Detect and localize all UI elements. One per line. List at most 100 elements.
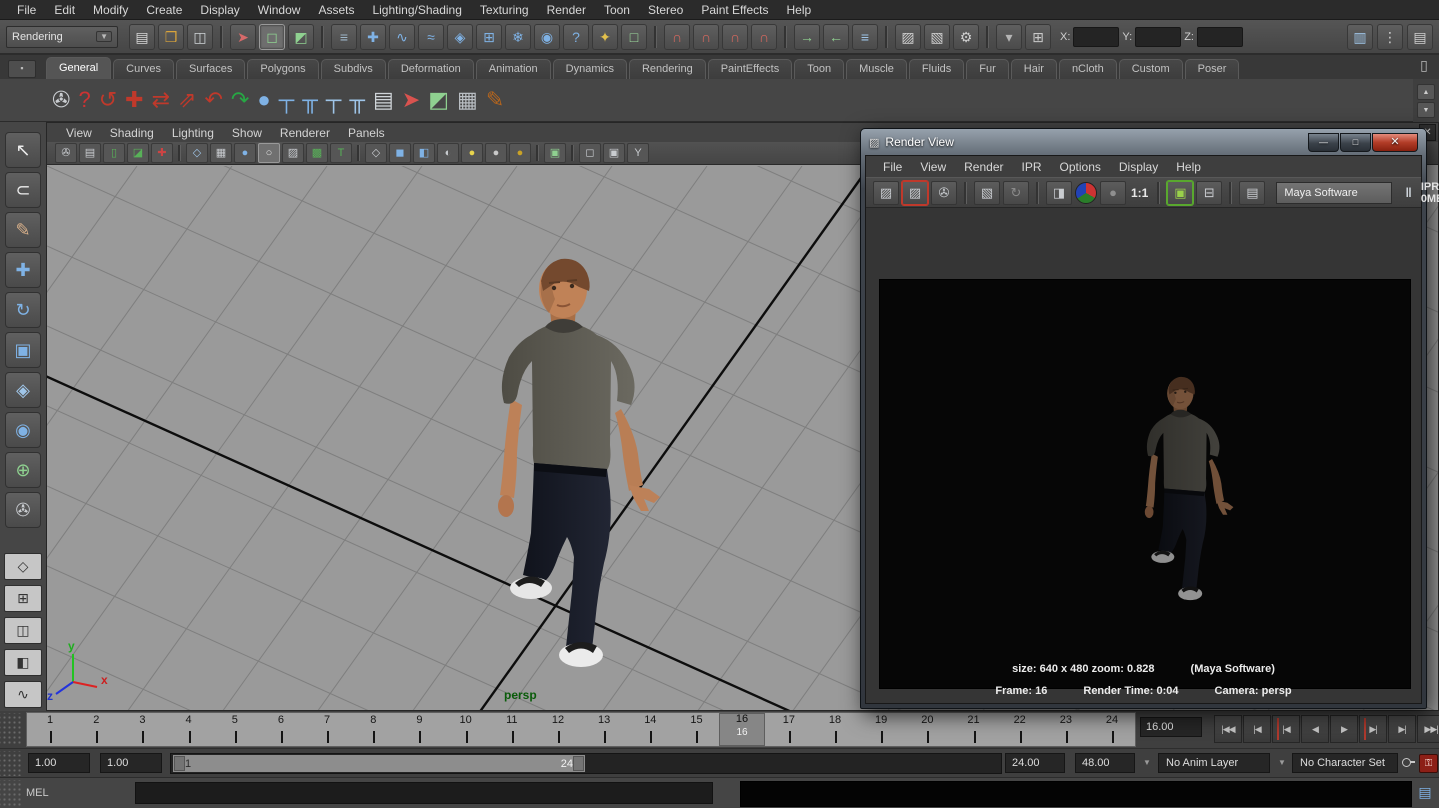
move-tool-icon[interactable]: ✚	[5, 252, 41, 288]
shelf-trash-icon[interactable]: ▯	[1415, 57, 1433, 75]
snap-magnet-grid-icon[interactable]: ∩	[664, 24, 690, 50]
shelf-tab-subdivs[interactable]: Subdivs	[321, 59, 386, 79]
mel-command-input[interactable]	[135, 782, 713, 804]
select-object-shelf-icon[interactable]: ◩	[428, 89, 449, 111]
snap-to-curve-points-icon[interactable]: ≈	[418, 24, 444, 50]
snap-to-planes-icon[interactable]: ◈	[447, 24, 473, 50]
animation-end-field[interactable]: 48.00	[1075, 753, 1135, 773]
frame-11[interactable]: 11	[489, 713, 535, 746]
snap-to-curves-icon[interactable]: ∿	[389, 24, 415, 50]
step-back-frame-button[interactable]: |◀	[1243, 715, 1271, 743]
playback-end-field[interactable]: 24.00	[1005, 753, 1065, 773]
select-hierarchy-shelf-icon[interactable]: ➤	[402, 89, 420, 111]
drag-grip[interactable]	[0, 713, 22, 746]
camera-attributes-icon[interactable]: ▤	[79, 143, 101, 163]
refresh-ipr-icon[interactable]: ↻	[1003, 181, 1029, 205]
frame-19[interactable]: 19	[858, 713, 904, 746]
construction-history-icon[interactable]: ≡	[852, 24, 878, 50]
smooth-cube-icon[interactable]: ◼	[389, 143, 411, 163]
shelf-tab-ncloth[interactable]: nCloth	[1059, 59, 1117, 79]
select-hierarchy-icon[interactable]: ➤	[230, 24, 256, 50]
vp-menu-item-shading[interactable]: Shading	[101, 125, 163, 141]
shelf-tab-dynamics[interactable]: Dynamics	[553, 59, 627, 79]
playblast-icon[interactable]: ✇	[52, 89, 70, 111]
paint-select-tool-icon[interactable]: ✎	[5, 212, 41, 248]
chevron-down-icon[interactable]: ▼	[1143, 758, 1151, 767]
snap-magnet-plane-icon[interactable]: ∩	[751, 24, 777, 50]
rv-menu-item-options[interactable]: Options	[1051, 159, 1110, 175]
textured-icon[interactable]: ▩	[306, 143, 328, 163]
menu-item-window[interactable]: Window	[249, 1, 310, 19]
frame-20[interactable]: 20	[904, 713, 950, 746]
render-current-frame-icon[interactable]: ▨	[895, 24, 921, 50]
soft-modification-icon[interactable]: ◉	[5, 412, 41, 448]
frame-9[interactable]: 9	[396, 713, 442, 746]
z-coordinate-input[interactable]	[1197, 27, 1243, 47]
render-current-frame-icon[interactable]: ▨	[873, 181, 899, 205]
show-manipulator-icon[interactable]: ⊕	[5, 452, 41, 488]
maximize-button[interactable]: □	[1340, 133, 1371, 152]
shelf-tab-curves[interactable]: Curves	[113, 59, 174, 79]
universal-manipulator-icon[interactable]: ◈	[5, 372, 41, 408]
smooth-shade-icon[interactable]: ○	[258, 143, 280, 163]
snap-to-grid-icon[interactable]: ⊞	[476, 24, 502, 50]
y-coordinate-input[interactable]	[1135, 27, 1181, 47]
lasso-select-tool-icon[interactable]: ⊂	[5, 172, 41, 208]
frame-21[interactable]: 21	[950, 713, 996, 746]
highlight-selection-icon[interactable]: □	[621, 24, 647, 50]
menu-item-lighting-shading[interactable]: Lighting/Shading	[363, 1, 470, 19]
last-tool-camera-icon[interactable]: ✇	[5, 492, 41, 528]
textured-ball-icon[interactable]: ◐	[437, 143, 459, 163]
menu-item-display[interactable]: Display	[191, 1, 248, 19]
close-button[interactable]: ✕	[1372, 133, 1418, 152]
menu-item-file[interactable]: File	[8, 1, 45, 19]
rv-menu-item-help[interactable]: Help	[1167, 159, 1210, 175]
frame-3[interactable]: 3	[119, 713, 165, 746]
frame-5[interactable]: 5	[212, 713, 258, 746]
scroll-up-icon[interactable]: ▲	[1417, 84, 1435, 100]
keep-image-icon[interactable]: ▣	[1167, 181, 1193, 205]
xray-icon[interactable]: ▨	[282, 143, 304, 163]
set-key-icon[interactable]	[1402, 758, 1414, 766]
select-component-icon[interactable]: ◩	[288, 24, 314, 50]
distance-tool-icon[interactable]: ┬	[279, 89, 295, 111]
script-editor-icon[interactable]: ▤	[1416, 784, 1434, 803]
menu-item-stereo[interactable]: Stereo	[639, 1, 692, 19]
redo-previous-render-icon[interactable]: ▨	[902, 181, 928, 205]
command-results-field[interactable]	[740, 781, 1412, 807]
vp-menu-item-lighting[interactable]: Lighting	[163, 125, 223, 141]
frame-14[interactable]: 14	[627, 713, 673, 746]
shelf-tab-muscle[interactable]: Muscle	[846, 59, 907, 79]
layout-outliner-pane-icon[interactable]: ◫	[4, 617, 42, 644]
input-connections-icon[interactable]: →	[794, 24, 820, 50]
range-slider-bar[interactable]: 1 24	[173, 755, 585, 772]
shelf-tab-polygons[interactable]: Polygons	[247, 59, 318, 79]
frame-18[interactable]: 18	[812, 713, 858, 746]
animation-start-field[interactable]: 1.00	[28, 753, 90, 773]
make-live-icon[interactable]: ◉	[534, 24, 560, 50]
arc-length-tool-icon[interactable]: ┬	[326, 89, 342, 111]
range-slider-track[interactable]: 1 24	[170, 753, 1002, 774]
frame-2[interactable]: 2	[73, 713, 119, 746]
render-settings-icon[interactable]: ⚙	[953, 24, 979, 50]
render-view-window[interactable]: ▨ Render View —□✕ FileViewRenderIPROptio…	[860, 128, 1427, 709]
command-language-label[interactable]: MEL	[26, 787, 49, 799]
renderer-selector[interactable]: Maya Software	[1276, 182, 1392, 204]
shelf-tab-fur[interactable]: Fur	[966, 59, 1009, 79]
vp-menu-item-panels[interactable]: Panels	[339, 125, 394, 141]
shelf-tab-poser[interactable]: Poser	[1185, 59, 1240, 79]
frame-22[interactable]: 22	[997, 713, 1043, 746]
shelf-tab-toon[interactable]: Toon	[794, 59, 844, 79]
delete-unused-icon[interactable]: ●	[257, 89, 270, 111]
select-camera-icon[interactable]: ✇	[55, 143, 77, 163]
shelf-tab-hair[interactable]: Hair	[1011, 59, 1057, 79]
open-scene-icon[interactable]: ❒	[158, 24, 184, 50]
wireframe-icon[interactable]: ◇	[186, 143, 208, 163]
play-backwards-button[interactable]: ◀	[1301, 715, 1329, 743]
zoom-one-to-one-label[interactable]: 1:1	[1129, 182, 1150, 204]
step-forward-key-button[interactable]: ▶|	[1359, 715, 1387, 743]
frame-6[interactable]: 6	[258, 713, 304, 746]
select-tool-icon[interactable]: ↖	[5, 132, 41, 168]
rv-menu-item-render[interactable]: Render	[955, 159, 1012, 175]
shelf-tab-deformation[interactable]: Deformation	[388, 59, 474, 79]
